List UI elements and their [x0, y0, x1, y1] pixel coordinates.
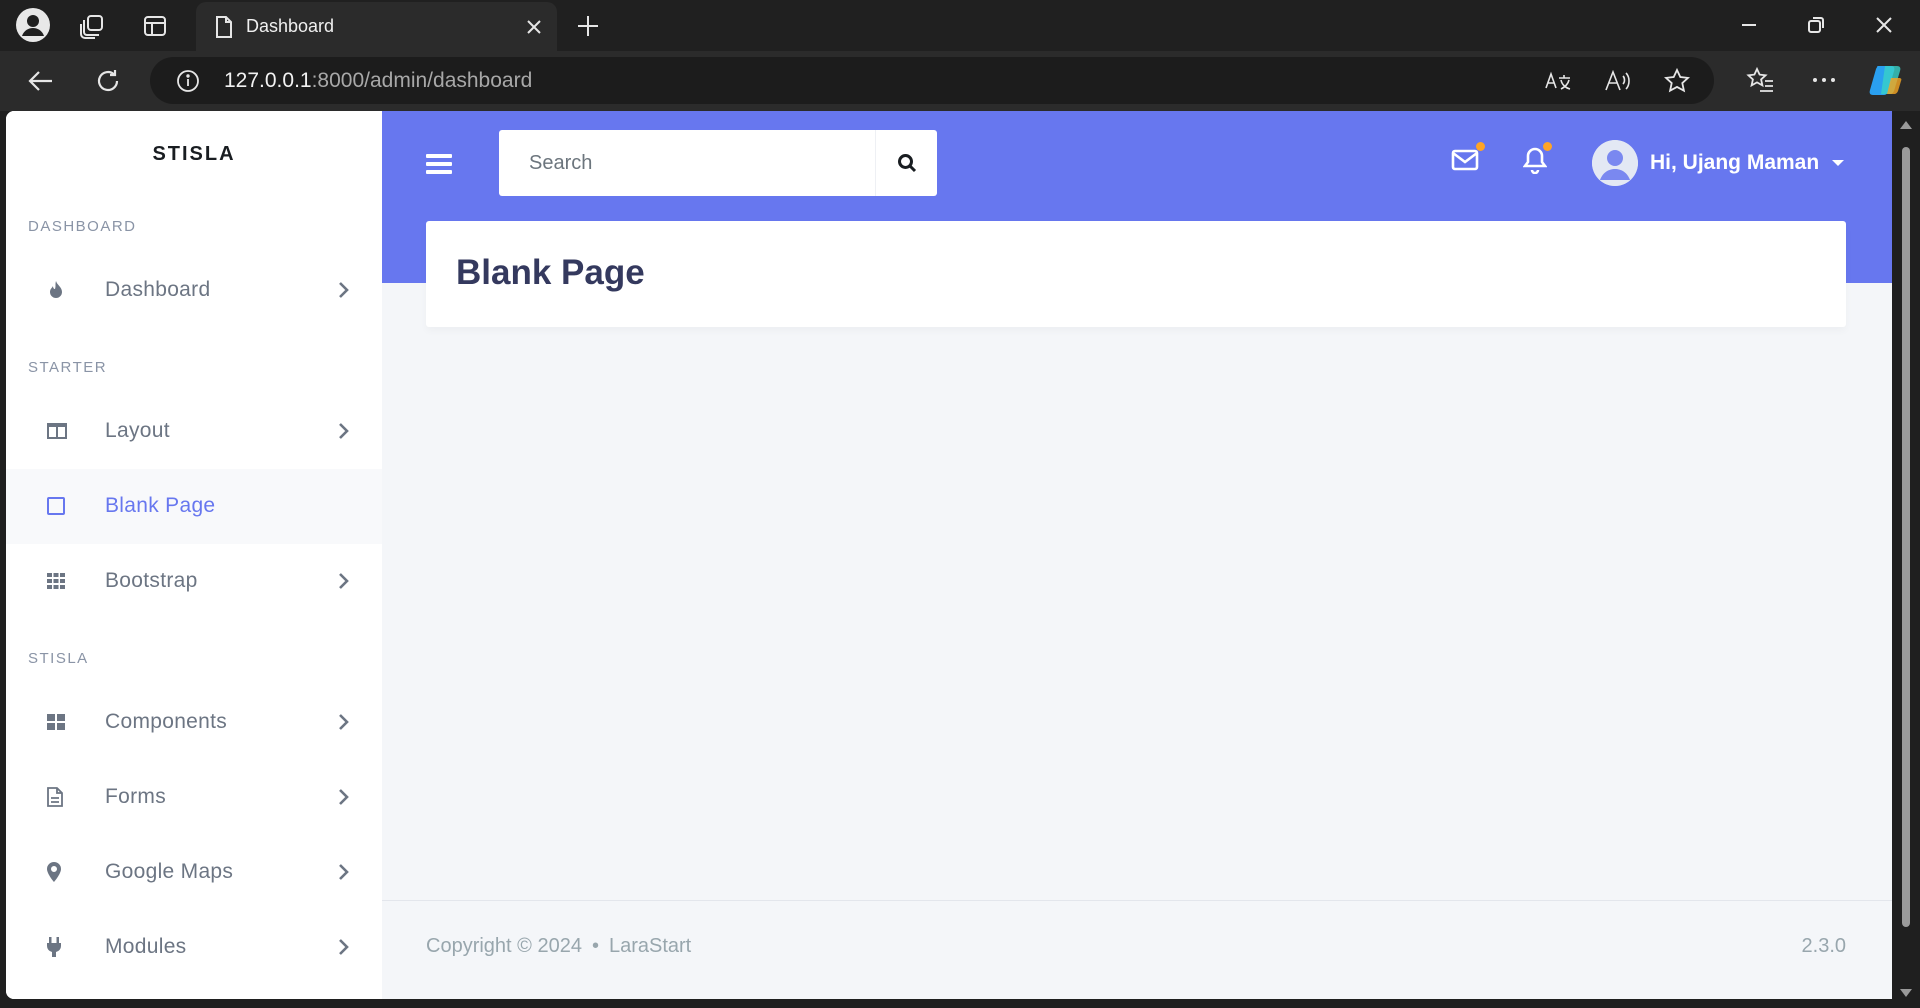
notifications-notification-dot — [1543, 142, 1552, 151]
page-scrollbar[interactable] — [1892, 111, 1920, 1008]
back-icon[interactable] — [26, 66, 56, 96]
more-icon[interactable] — [1808, 64, 1840, 96]
workspaces-icon[interactable] — [78, 12, 106, 40]
search-input[interactable] — [499, 130, 875, 196]
new-tab-icon[interactable] — [574, 12, 602, 40]
close-window-icon[interactable] — [1871, 12, 1897, 38]
chevron-right-icon — [337, 281, 349, 299]
messages-notification-dot — [1476, 142, 1485, 151]
browser-tab-bar: Dashboard — [0, 0, 1920, 51]
search-button[interactable] — [875, 130, 937, 196]
sidebar-item-label: Bootstrap — [105, 569, 198, 592]
menu-header-starter: STARTER — [28, 359, 108, 376]
refresh-icon[interactable] — [93, 66, 123, 96]
file-alt-icon — [46, 787, 66, 807]
columns-icon — [46, 421, 67, 441]
sidebar-item-google-maps[interactable]: Google Maps — [6, 835, 382, 910]
tab-actions-icon[interactable] — [141, 12, 169, 40]
chevron-right-icon — [337, 422, 349, 440]
restore-icon[interactable] — [1803, 12, 1829, 38]
chevron-right-icon — [337, 788, 349, 806]
sidebar-brand[interactable]: STISLA — [6, 143, 382, 166]
map-marker-icon — [46, 862, 66, 882]
footer-brand-link[interactable]: LaraStart — [609, 935, 691, 957]
sidebar: STISLA DASHBOARD Dashboard STARTER Layou… — [6, 111, 382, 999]
search-box — [499, 130, 937, 196]
page-icon — [214, 15, 234, 39]
url-text: 127.0.0.1:8000/admin/dashboard — [224, 69, 533, 92]
browser-tab-active[interactable]: Dashboard — [196, 2, 557, 51]
close-tab-icon[interactable] — [526, 19, 542, 35]
user-dropdown[interactable]: Hi, Ujang Maman — [1592, 136, 1845, 190]
chevron-right-icon — [337, 572, 349, 590]
sidebar-toggle-icon[interactable] — [426, 153, 452, 175]
sidebar-item-blank-page[interactable]: Blank Page — [6, 469, 382, 544]
menu-header-stisla: STISLA — [28, 650, 89, 667]
footer-separator: • — [591, 935, 599, 957]
square-icon — [46, 496, 66, 516]
page-viewport: STISLA DASHBOARD Dashboard STARTER Layou… — [6, 111, 1892, 999]
sidebar-item-label: Blank Page — [105, 494, 216, 517]
url-field[interactable]: 127.0.0.1:8000/admin/dashboard — [150, 57, 1714, 104]
messages-icon[interactable] — [1451, 142, 1485, 171]
sidebar-item-components[interactable]: Components — [6, 685, 382, 760]
read-aloud-icon[interactable] — [1604, 70, 1632, 92]
sidebar-item-label: Forms — [105, 785, 166, 808]
sidebar-item-dashboard[interactable]: Dashboard — [6, 253, 382, 328]
plug-icon — [46, 937, 66, 957]
notifications-bell-icon[interactable] — [1523, 142, 1552, 174]
sidebar-item-modules[interactable]: Modules — [6, 910, 382, 985]
tab-title: Dashboard — [246, 16, 335, 36]
sidebar-item-label: Modules — [105, 935, 187, 958]
profile-icon[interactable] — [14, 6, 52, 44]
sidebar-item-label: Google Maps — [105, 860, 234, 883]
user-greeting: Hi, Ujang Maman — [1650, 151, 1820, 174]
favorite-star-icon[interactable] — [1664, 68, 1690, 94]
sidebar-item-label: Dashboard — [105, 278, 211, 301]
sidebar-item-label: Layout — [105, 419, 170, 442]
th-icon — [46, 571, 66, 591]
sidebar-item-layout[interactable]: Layout — [6, 394, 382, 469]
chevron-right-icon — [337, 713, 349, 731]
chevron-right-icon — [337, 863, 349, 881]
footer: Copyright © 2024 • LaraStart 2.3.0 — [382, 900, 1892, 999]
sidebar-item-bootstrap[interactable]: Bootstrap — [6, 544, 382, 619]
chevron-right-icon — [337, 938, 349, 956]
section-header: Blank Page — [426, 221, 1846, 327]
sidebar-item-label: Components — [105, 710, 228, 733]
copilot-icon[interactable] — [1866, 62, 1906, 98]
footer-version: 2.3.0 — [1801, 935, 1846, 957]
page-title: Blank Page — [456, 253, 645, 292]
minimize-icon[interactable] — [1736, 12, 1762, 38]
translate-icon[interactable] — [1544, 70, 1572, 92]
favorites-icon[interactable] — [1744, 64, 1776, 96]
fire-icon — [46, 280, 66, 300]
footer-left: Copyright © 2024 • LaraStart — [426, 935, 691, 958]
menu-header-dashboard: DASHBOARD — [28, 218, 137, 235]
th-large-icon — [46, 712, 66, 732]
sidebar-item-forms[interactable]: Forms — [6, 760, 382, 835]
avatar — [1592, 140, 1638, 186]
search-icon — [897, 153, 917, 173]
site-info-icon[interactable] — [176, 69, 200, 93]
footer-copyright: Copyright © 2024 — [426, 935, 582, 957]
caret-down-icon — [1831, 159, 1845, 167]
